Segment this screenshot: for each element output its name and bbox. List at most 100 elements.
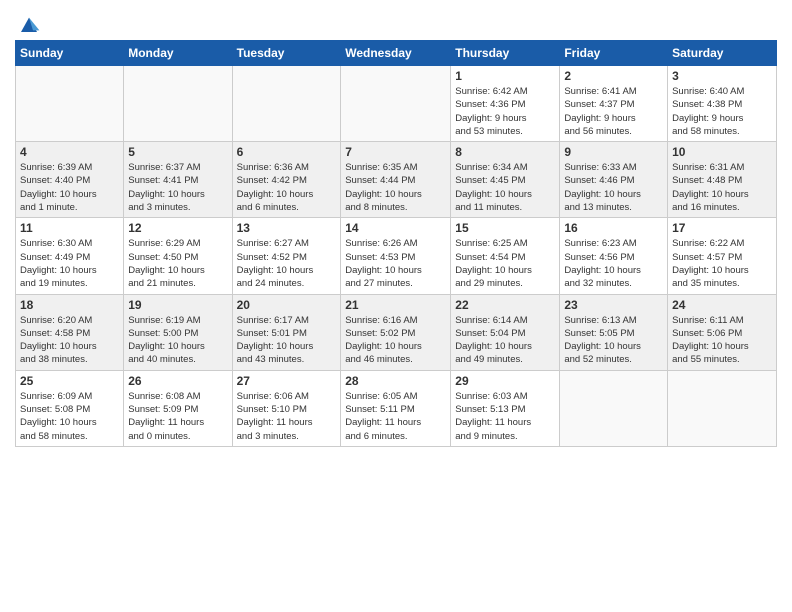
logo-icon [17,14,41,34]
calendar-week-row: 11 Sunrise: 6:30 AM Sunset: 4:49 PM Dayli… [16,218,777,294]
calendar-cell: 24 Sunrise: 6:11 AM Sunset: 5:06 PM Dayli… [668,294,777,370]
day-number: 23 [564,298,663,312]
day-number: 21 [345,298,446,312]
day-info: Sunrise: 6:08 AM Sunset: 5:09 PM Dayligh… [128,390,227,443]
calendar-cell [232,66,341,142]
day-number: 22 [455,298,555,312]
day-number: 16 [564,221,663,235]
day-info: Sunrise: 6:19 AM Sunset: 5:00 PM Dayligh… [128,314,227,367]
day-info: Sunrise: 6:42 AM Sunset: 4:36 PM Dayligh… [455,85,555,138]
day-info: Sunrise: 6:36 AM Sunset: 4:42 PM Dayligh… [237,161,337,214]
day-info: Sunrise: 6:13 AM Sunset: 5:05 PM Dayligh… [564,314,663,367]
day-number: 28 [345,374,446,388]
day-info: Sunrise: 6:31 AM Sunset: 4:48 PM Dayligh… [672,161,772,214]
day-number: 3 [672,69,772,83]
calendar-cell: 19 Sunrise: 6:19 AM Sunset: 5:00 PM Dayli… [124,294,232,370]
day-number: 9 [564,145,663,159]
day-number: 11 [20,221,119,235]
day-info: Sunrise: 6:11 AM Sunset: 5:06 PM Dayligh… [672,314,772,367]
calendar-cell: 5 Sunrise: 6:37 AM Sunset: 4:41 PM Daylig… [124,142,232,218]
calendar-cell: 29 Sunrise: 6:03 AM Sunset: 5:13 PM Dayli… [451,370,560,446]
day-number: 5 [128,145,227,159]
calendar-cell: 21 Sunrise: 6:16 AM Sunset: 5:02 PM Dayli… [341,294,451,370]
day-info: Sunrise: 6:29 AM Sunset: 4:50 PM Dayligh… [128,237,227,290]
calendar-header-sunday: Sunday [16,41,124,66]
calendar-header-friday: Friday [560,41,668,66]
day-number: 4 [20,145,119,159]
day-info: Sunrise: 6:05 AM Sunset: 5:11 PM Dayligh… [345,390,446,443]
day-number: 27 [237,374,337,388]
calendar-cell: 16 Sunrise: 6:23 AM Sunset: 4:56 PM Dayli… [560,218,668,294]
calendar-header-thursday: Thursday [451,41,560,66]
calendar-cell: 11 Sunrise: 6:30 AM Sunset: 4:49 PM Dayli… [16,218,124,294]
calendar-cell: 20 Sunrise: 6:17 AM Sunset: 5:01 PM Dayli… [232,294,341,370]
calendar-cell: 3 Sunrise: 6:40 AM Sunset: 4:38 PM Daylig… [668,66,777,142]
calendar-cell: 27 Sunrise: 6:06 AM Sunset: 5:10 PM Dayli… [232,370,341,446]
calendar-table: SundayMondayTuesdayWednesdayThursdayFrid… [15,40,777,447]
calendar-cell: 9 Sunrise: 6:33 AM Sunset: 4:46 PM Daylig… [560,142,668,218]
day-info: Sunrise: 6:26 AM Sunset: 4:53 PM Dayligh… [345,237,446,290]
calendar-week-row: 4Sunrise: 6:39 AM Sunset: 4:40 PM Daylig… [16,142,777,218]
calendar-week-row: 1 Sunrise: 6:42 AM Sunset: 4:36 PM Daylig… [16,66,777,142]
calendar-cell: 28 Sunrise: 6:05 AM Sunset: 5:11 PM Dayli… [341,370,451,446]
day-number: 6 [237,145,337,159]
day-number: 20 [237,298,337,312]
calendar-cell: 7 Sunrise: 6:35 AM Sunset: 4:44 PM Daylig… [341,142,451,218]
day-info: Sunrise: 6:17 AM Sunset: 5:01 PM Dayligh… [237,314,337,367]
calendar-cell: 23 Sunrise: 6:13 AM Sunset: 5:05 PM Dayli… [560,294,668,370]
main-container: SundayMondayTuesdayWednesdayThursdayFrid… [0,0,792,457]
day-number: 8 [455,145,555,159]
day-info: Sunrise: 6:33 AM Sunset: 4:46 PM Dayligh… [564,161,663,214]
day-number: 26 [128,374,227,388]
day-number: 19 [128,298,227,312]
calendar-cell [560,370,668,446]
day-number: 29 [455,374,555,388]
calendar-cell: 1 Sunrise: 6:42 AM Sunset: 4:36 PM Daylig… [451,66,560,142]
day-number: 25 [20,374,119,388]
day-info: Sunrise: 6:16 AM Sunset: 5:02 PM Dayligh… [345,314,446,367]
day-info: Sunrise: 6:23 AM Sunset: 4:56 PM Dayligh… [564,237,663,290]
day-number: 13 [237,221,337,235]
calendar-week-row: 25 Sunrise: 6:09 AM Sunset: 5:08 PM Dayli… [16,370,777,446]
day-info: Sunrise: 6:35 AM Sunset: 4:44 PM Dayligh… [345,161,446,214]
calendar-cell: 15 Sunrise: 6:25 AM Sunset: 4:54 PM Dayli… [451,218,560,294]
calendar-cell: 26 Sunrise: 6:08 AM Sunset: 5:09 PM Dayli… [124,370,232,446]
header [15,10,777,34]
calendar-cell [16,66,124,142]
day-info: Sunrise: 6:03 AM Sunset: 5:13 PM Dayligh… [455,390,555,443]
day-info: Sunrise: 6:40 AM Sunset: 4:38 PM Dayligh… [672,85,772,138]
calendar-cell [341,66,451,142]
calendar-cell: 10Sunrise: 6:31 AM Sunset: 4:48 PM Dayli… [668,142,777,218]
calendar-header-tuesday: Tuesday [232,41,341,66]
calendar-cell: 14 Sunrise: 6:26 AM Sunset: 4:53 PM Dayli… [341,218,451,294]
day-info: Sunrise: 6:06 AM Sunset: 5:10 PM Dayligh… [237,390,337,443]
day-info: Sunrise: 6:30 AM Sunset: 4:49 PM Dayligh… [20,237,119,290]
day-number: 7 [345,145,446,159]
day-number: 12 [128,221,227,235]
calendar-cell: 8Sunrise: 6:34 AM Sunset: 4:45 PM Daylig… [451,142,560,218]
day-number: 15 [455,221,555,235]
calendar-header-row: SundayMondayTuesdayWednesdayThursdayFrid… [16,41,777,66]
calendar-cell: 18Sunrise: 6:20 AM Sunset: 4:58 PM Dayli… [16,294,124,370]
calendar-cell [668,370,777,446]
calendar-cell: 22 Sunrise: 6:14 AM Sunset: 5:04 PM Dayli… [451,294,560,370]
calendar-cell: 13Sunrise: 6:27 AM Sunset: 4:52 PM Dayli… [232,218,341,294]
calendar-cell: 25 Sunrise: 6:09 AM Sunset: 5:08 PM Dayli… [16,370,124,446]
day-info: Sunrise: 6:14 AM Sunset: 5:04 PM Dayligh… [455,314,555,367]
day-info: Sunrise: 6:25 AM Sunset: 4:54 PM Dayligh… [455,237,555,290]
day-info: Sunrise: 6:37 AM Sunset: 4:41 PM Dayligh… [128,161,227,214]
calendar-cell: 6 Sunrise: 6:36 AM Sunset: 4:42 PM Daylig… [232,142,341,218]
day-info: Sunrise: 6:20 AM Sunset: 4:58 PM Dayligh… [20,314,119,367]
day-number: 2 [564,69,663,83]
day-number: 14 [345,221,446,235]
day-number: 17 [672,221,772,235]
calendar-cell: 4Sunrise: 6:39 AM Sunset: 4:40 PM Daylig… [16,142,124,218]
day-number: 24 [672,298,772,312]
calendar-header-saturday: Saturday [668,41,777,66]
day-info: Sunrise: 6:09 AM Sunset: 5:08 PM Dayligh… [20,390,119,443]
calendar-header-wednesday: Wednesday [341,41,451,66]
day-info: Sunrise: 6:41 AM Sunset: 4:37 PM Dayligh… [564,85,663,138]
day-number: 1 [455,69,555,83]
calendar-cell: 12 Sunrise: 6:29 AM Sunset: 4:50 PM Dayli… [124,218,232,294]
calendar-cell: 17Sunrise: 6:22 AM Sunset: 4:57 PM Dayli… [668,218,777,294]
